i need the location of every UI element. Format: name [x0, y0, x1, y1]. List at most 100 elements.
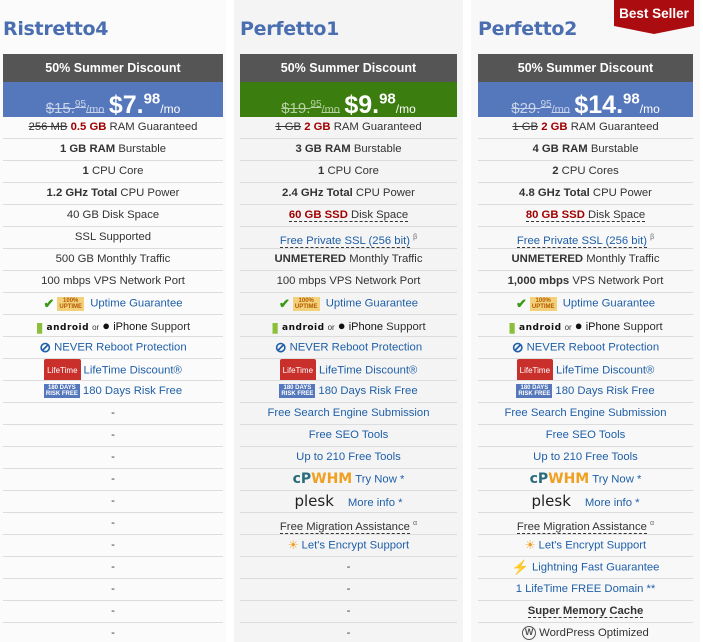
feature-empty: - [240, 579, 457, 601]
old-price: $15.95/mo [45, 99, 105, 118]
apple-icon: ● [337, 318, 346, 333]
feature-letsencrypt[interactable]: ☀ Let's Encrypt Support [240, 535, 457, 557]
feature-mobile: ▮ android or ● iPhone Support [240, 315, 457, 337]
feature-empty: - [3, 557, 223, 579]
feature-uptime[interactable]: ✔ 100% UPTIME Uptime Guarantee [3, 293, 223, 315]
best-seller-label: Best Seller [614, 0, 694, 26]
feature-traffic: UNMETERED Monthly Traffic [478, 249, 693, 271]
plesk-logo-icon: plesk [294, 492, 334, 510]
feature-empty: - [3, 403, 223, 425]
feature-traffic: UNMETERED Monthly Traffic [240, 249, 457, 271]
lets-encrypt-lock-icon: ☀ [287, 538, 299, 552]
feature-cpu-power: 1.2 GHz Total CPU Power [3, 183, 223, 205]
feature-mobile: ▮ android or ● iPhone Support [478, 315, 693, 337]
checkmark-icon: ✔ [515, 296, 527, 311]
checkmark-icon: ✔ [278, 296, 290, 311]
feature-cpu: 1 CPU Core [3, 161, 223, 183]
plesk-more-info-link[interactable]: More info * [585, 497, 640, 509]
feature-empty: - [240, 623, 457, 642]
feature-plesk[interactable]: plesk More info * [478, 491, 693, 513]
feature-whm[interactable]: cPWHM Try Now * [240, 469, 457, 491]
feature-uptime[interactable]: ✔ 100% UPTIME Uptime Guarantee [478, 293, 693, 315]
apple-icon: ● [574, 318, 583, 333]
plesk-more-info-link[interactable]: More info * [348, 497, 403, 509]
android-icon: ▮ [271, 318, 280, 335]
plan-column-ristretto4: Ristretto4 50% Summer Discount $15.95/mo… [0, 0, 226, 642]
whm-try-now-link[interactable]: Try Now * [592, 473, 641, 485]
feature-migration[interactable]: Free Migration Assistance α [240, 513, 457, 535]
new-price: $14.98/mo [574, 91, 660, 120]
feature-free-tools[interactable]: Up to 210 Free Tools [478, 447, 693, 469]
feature-cpu-power: 2.4 GHz Total CPU Power [240, 183, 457, 205]
feature-lifetime[interactable]: LifeTime LifeTime Discount® [240, 359, 457, 381]
180-days-badge-icon: 180 DAYS RISK FREE [516, 384, 553, 399]
feature-cpu: 1 CPU Core [240, 161, 457, 183]
feature-mobile: ▮ android or ● iPhone Support [3, 315, 223, 337]
feature-port: 1,000 mbps VPS Network Port [478, 271, 693, 293]
feature-reboot[interactable]: ⊘ NEVER Reboot Protection [478, 337, 693, 359]
feature-risk-free[interactable]: 180 DAYS RISK FREE 180 Days Risk Free [3, 381, 223, 403]
feature-cpu-power: 4.8 GHz Total CPU Power [478, 183, 693, 205]
android-logo-text: android [519, 323, 562, 333]
feature-disk[interactable]: 80 GB SSD Disk Space [478, 205, 693, 227]
feature-disk[interactable]: 60 GB SSD Disk Space [240, 205, 457, 227]
feature-ram: 1 GB 2 GB RAM Guaranteed [240, 117, 457, 139]
feature-disk: 40 GB Disk Space [3, 205, 223, 227]
180-days-badge-icon: 180 DAYS RISK FREE [43, 384, 80, 399]
feature-migration[interactable]: Free Migration Assistance α [478, 513, 693, 535]
whm-try-now-link[interactable]: Try Now * [355, 473, 404, 485]
feature-lifetime[interactable]: LifeTime LifeTime Discount® [3, 359, 223, 381]
feature-port: 100 mbps VPS Network Port [240, 271, 457, 293]
cpanel-whm-logo-icon: cPWHM [292, 471, 353, 487]
best-seller-ribbon: Best Seller [614, 0, 694, 34]
plan-title: Ristretto4 [3, 18, 109, 40]
feature-empty: - [3, 623, 223, 642]
ribbon-tip [614, 26, 694, 34]
feature-ram: 1 GB 2 GB RAM Guaranteed [478, 117, 693, 139]
feature-ssl[interactable]: Free Private SSL (256 bit) β [478, 227, 693, 249]
feature-cpu: 2 CPU Cores [478, 161, 693, 183]
feature-whm[interactable]: cPWHM Try Now * [478, 469, 693, 491]
feature-letsencrypt[interactable]: ☀ Let's Encrypt Support [478, 535, 693, 557]
lifetime-badge-icon: LifeTime [44, 359, 81, 380]
feature-empty: - [3, 447, 223, 469]
android-icon: ▮ [508, 318, 517, 335]
uptime-100-badge-icon: 100% UPTIME [292, 296, 320, 311]
feature-reboot[interactable]: ⊘ NEVER Reboot Protection [3, 337, 223, 359]
feature-traffic: 500 GB Monthly Traffic [3, 249, 223, 271]
feature-ssl[interactable]: Free Private SSL (256 bit) β [240, 227, 457, 249]
feature-free-tools[interactable]: Up to 210 Free Tools [240, 447, 457, 469]
feature-lifetime[interactable]: LifeTime LifeTime Discount® [478, 359, 693, 381]
feature-free-domain[interactable]: 1 LifeTime FREE Domain ** [478, 579, 693, 601]
feature-reboot[interactable]: ⊘ NEVER Reboot Protection [240, 337, 457, 359]
plesk-logo-icon: plesk [531, 492, 571, 510]
feature-empty: - [3, 469, 223, 491]
cpanel-whm-logo-icon: cPWHM [529, 471, 590, 487]
feature-burst: 4 GB RAM Burstable [478, 139, 693, 161]
feature-memory-cache[interactable]: Super Memory Cache [478, 601, 693, 623]
180-days-badge-icon: 180 DAYS RISK FREE [279, 384, 316, 399]
new-price: $9.98/mo [344, 91, 416, 120]
feature-lightning[interactable]: ⚡ Lightning Fast Guarantee [478, 557, 693, 579]
feature-risk-free[interactable]: 180 DAYS RISK FREE 180 Days Risk Free [240, 381, 457, 403]
feature-empty: - [3, 579, 223, 601]
feature-plesk[interactable]: plesk More info * [240, 491, 457, 513]
feature-seo-tools[interactable]: Free SEO Tools [240, 425, 457, 447]
feature-seo-tools[interactable]: Free SEO Tools [478, 425, 693, 447]
feature-risk-free[interactable]: 180 DAYS RISK FREE 180 Days Risk Free [478, 381, 693, 403]
discount-banner: 50% Summer Discount [240, 54, 457, 82]
plan-column-perfetto2: Perfetto2 50% Summer Discount $29.95/mo … [471, 0, 700, 642]
uptime-100-badge-icon: 100% UPTIME [529, 296, 557, 311]
android-icon: ▮ [35, 318, 44, 335]
plan-column-perfetto1: Perfetto1 50% Summer Discount $19.95/mo … [234, 0, 463, 642]
feature-ssl: SSL Supported [3, 227, 223, 249]
feature-empty: - [240, 601, 457, 623]
feature-uptime[interactable]: ✔ 100% UPTIME Uptime Guarantee [240, 293, 457, 315]
feature-seo-submission[interactable]: Free Search Engine Submission [478, 403, 693, 425]
old-price: $29.95/mo [511, 99, 570, 118]
feature-empty: - [3, 513, 223, 535]
checkmark-icon: ✔ [43, 296, 55, 311]
feature-seo-submission[interactable]: Free Search Engine Submission [240, 403, 457, 425]
no-reboot-icon: ⊘ [511, 339, 524, 355]
new-price: $7.98/mo [108, 91, 181, 120]
